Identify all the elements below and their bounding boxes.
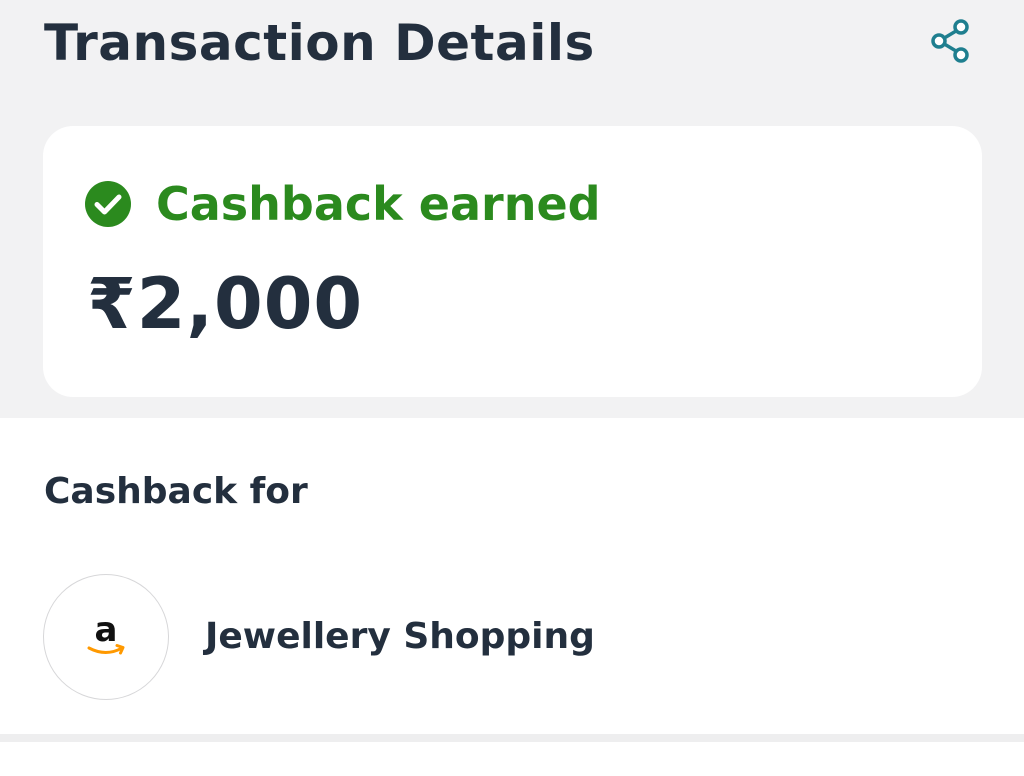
merchant-name: Jewellery Shopping [205,616,595,657]
merchant-logo: a [43,574,169,700]
cashback-status-text: Cashback earned [156,177,601,231]
svg-text:a: a [95,610,118,650]
share-button[interactable] [924,14,978,68]
amazon-logo-icon: a [87,610,125,655]
cashback-status: Cashback earned [84,176,601,232]
section-divider [0,734,1024,742]
merchant-item[interactable]: a Jewellery Shopping [43,573,943,701]
page-title: Transaction Details [44,14,595,72]
summary-section: Transaction Details Cashback earned ₹2,0… [0,0,1024,418]
cashback-for-heading: Cashback for [44,471,308,512]
share-icon [931,19,969,63]
cashback-amount: ₹2,000 [87,263,364,345]
cashback-card: Cashback earned ₹2,000 [43,126,982,397]
check-circle-icon [85,181,131,227]
transaction-details-screen: Transaction Details Cashback earned ₹2,0… [0,0,1024,776]
